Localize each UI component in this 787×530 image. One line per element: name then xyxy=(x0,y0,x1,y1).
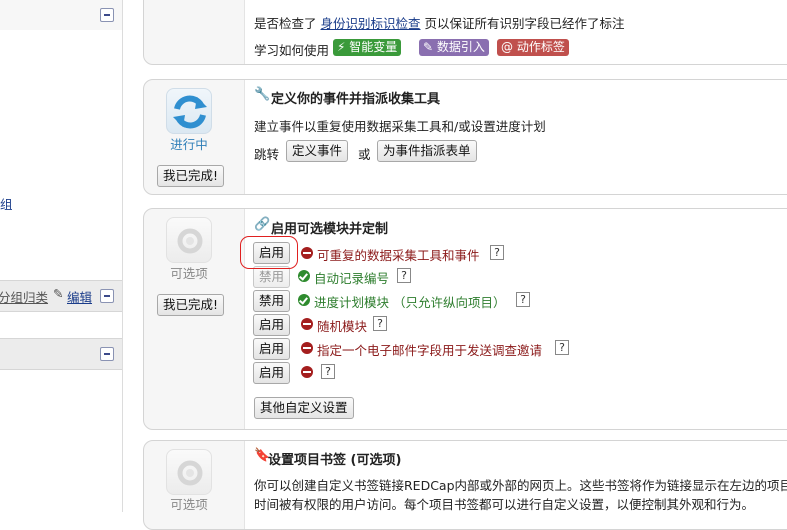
enabled-status-icon xyxy=(298,270,310,282)
designate-instruments-button[interactable]: 为事件指派表单 xyxy=(377,140,477,162)
collapse-icon[interactable] xyxy=(100,8,114,22)
disable-autonumber-button[interactable]: 禁用 xyxy=(253,266,291,288)
disabled-status-icon xyxy=(301,318,313,330)
gear-icon xyxy=(166,217,212,263)
module-label: 指定一个电子邮件字段用于发送调查邀请 xyxy=(317,343,543,358)
jump-label: 跳转 xyxy=(254,147,280,162)
action-tags-badge[interactable]: @ 动作标签 xyxy=(497,39,569,56)
smart-variables-badge[interactable]: ⚡ 智能变量 xyxy=(333,39,402,56)
or-label: 或 xyxy=(358,147,371,162)
status-optional: 可选项 xyxy=(170,266,208,281)
card-description-line2: 时间被有权限的用户访问。每个项目书签都可以进行自定义设置，以便控制其外观和行为。 xyxy=(254,497,755,512)
status-optional: 可选项 xyxy=(170,497,208,512)
disabled-status-icon xyxy=(301,247,313,259)
card-title: 设置项目书签 (可选项) xyxy=(268,453,402,468)
card-description: 建立事件以重复使用数据采集工具和/或设置进度计划 xyxy=(254,119,546,134)
collapse-icon[interactable] xyxy=(100,289,114,303)
disabled-status-icon xyxy=(301,366,313,378)
enable-module-button[interactable]: 启用 xyxy=(253,362,291,384)
learn-how-label: 学习如何使用 xyxy=(254,43,330,58)
mark-complete-button[interactable]: 我已完成! xyxy=(157,165,225,187)
module-label: 随机模块 xyxy=(317,319,368,334)
disable-scheduling-button[interactable]: 禁用 xyxy=(253,290,291,312)
sidebar-group-link[interactable]: 分组归类 xyxy=(0,287,48,306)
card-title: 启用可选模块并定制 xyxy=(271,222,389,237)
mark-complete-button[interactable]: 我已完成! xyxy=(157,294,225,316)
module-label: 自动记录编号 xyxy=(314,271,390,286)
card-define-events xyxy=(143,79,787,195)
define-events-button[interactable]: 定义事件 xyxy=(286,140,349,162)
pencil-icon[interactable]: ✎ xyxy=(53,286,63,301)
help-icon[interactable]: ? xyxy=(373,316,387,331)
help-icon[interactable]: ? xyxy=(490,245,504,260)
other-settings-button[interactable]: 其他自定义设置 xyxy=(254,397,354,419)
help-icon[interactable]: ? xyxy=(555,340,569,355)
gear-icon xyxy=(166,449,212,495)
help-icon[interactable]: ? xyxy=(516,292,530,307)
help-icon[interactable]: ? xyxy=(397,268,411,283)
card-description-line1: 你可以创建自定义书签链接REDCap内部或外部的网页上。这些书签将作为链接显示在… xyxy=(254,478,787,493)
collapse-icon[interactable] xyxy=(100,347,114,361)
enable-email-field-button[interactable]: 启用 xyxy=(253,338,291,360)
data-piping-badge[interactable]: ✎ 数据引入 xyxy=(419,39,489,56)
card-title: 定义你的事件并指派收集工具 xyxy=(271,92,441,107)
module-label: 可重复的数据采集工具和事件 xyxy=(317,248,480,263)
sidebar-partial-item[interactable]: 组 xyxy=(0,194,13,213)
identifier-check-link[interactable]: 身份识别标识检查 xyxy=(321,16,421,31)
status-in-progress: 进行中 xyxy=(170,137,208,152)
module-label: 进度计划模块 （只允许纵向项目） xyxy=(314,295,506,310)
wrench-icon: 🔧 xyxy=(254,87,271,102)
text-suffix: 页以保证所有识别字段已经作了标注 xyxy=(424,16,625,31)
left-sidebar: 组 分组归类 ✎ 编辑 xyxy=(0,0,123,512)
badge-label: 智能变量 xyxy=(349,40,398,54)
enabled-status-icon xyxy=(298,294,310,306)
sidebar-edit-link[interactable]: 编辑 xyxy=(67,287,92,306)
disabled-status-icon xyxy=(301,342,313,354)
modules-icon: 🔗 xyxy=(254,217,271,232)
annotation-highlight xyxy=(240,236,298,269)
identifier-check-text: 是否检查了 身份识别标识检查 页以保证所有识别字段已经作了标注 xyxy=(254,13,625,32)
badge-label: 数据引入 xyxy=(436,40,485,54)
text-prefix: 是否检查了 xyxy=(254,16,317,31)
sync-icon xyxy=(166,88,212,134)
help-icon[interactable]: ? xyxy=(321,364,335,379)
enable-randomization-button[interactable]: 启用 xyxy=(253,314,291,336)
